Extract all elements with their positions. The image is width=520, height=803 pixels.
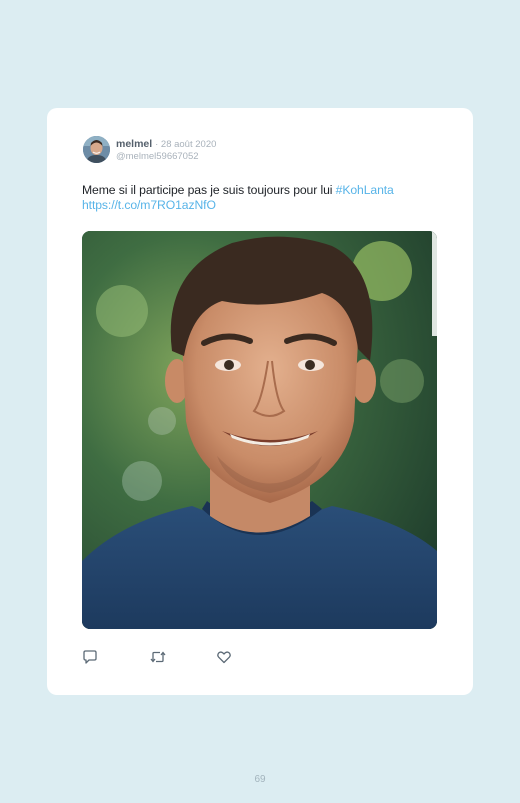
tweet-actions (82, 649, 282, 665)
retweet-icon[interactable] (149, 649, 167, 665)
tweet-text: Meme si il participe pas je suis toujour… (82, 183, 442, 213)
avatar[interactable] (83, 136, 110, 163)
tweet-card: melmel · 28 août 2020 @melmel59667052 Me… (47, 108, 473, 695)
page-number: 69 (254, 774, 266, 785)
user-handle[interactable]: @melmel59667052 (116, 151, 199, 163)
tweet-photo[interactable] (82, 231, 437, 629)
display-name[interactable]: melmel (116, 138, 152, 150)
tweet-header: melmel · 28 août 2020 (116, 138, 216, 151)
tweet-body: Meme si il participe pas je suis toujour… (82, 183, 336, 197)
hashtag-link[interactable]: #KohLanta (336, 183, 394, 197)
tweet-date[interactable]: · 28 août 2020 (155, 139, 216, 150)
tweet-url-link[interactable]: https://t.co/m7RO1azNfO (82, 198, 216, 212)
heart-icon[interactable] (216, 649, 234, 665)
reply-icon[interactable] (82, 649, 100, 665)
